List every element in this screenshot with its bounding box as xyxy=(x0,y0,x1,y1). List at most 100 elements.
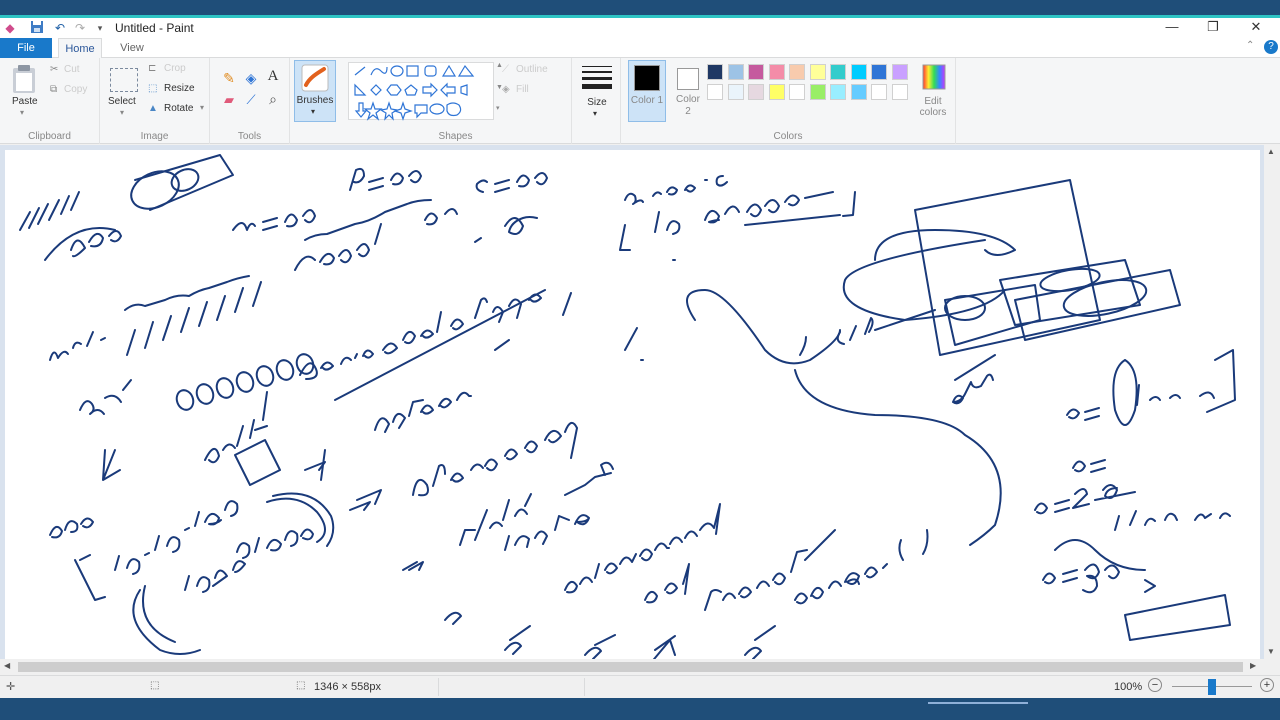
fill-icon[interactable]: ◈ xyxy=(242,70,260,87)
drawing-canvas[interactable] xyxy=(5,150,1260,660)
palette-swatch[interactable] xyxy=(707,64,723,80)
palette-swatch[interactable] xyxy=(748,64,764,80)
palette-swatch[interactable] xyxy=(768,64,785,80)
resize-icon[interactable]: ⬚ xyxy=(148,83,157,94)
window-title: Untitled - Paint xyxy=(115,21,194,35)
edit-colors-label: Edit colors xyxy=(919,96,947,118)
tab-home[interactable]: Home xyxy=(58,38,102,59)
palette-swatch[interactable] xyxy=(768,84,785,100)
ribbon-tabs: File Home View ⌃ ? xyxy=(0,38,1280,59)
rotate-dropdown-icon[interactable]: ▾ xyxy=(200,103,204,112)
palette-swatch[interactable] xyxy=(707,84,723,100)
color2-swatch xyxy=(677,68,699,90)
eraser-icon[interactable]: ▰ xyxy=(220,92,238,108)
palette-swatch[interactable] xyxy=(871,84,887,100)
help-icon[interactable]: ? xyxy=(1264,40,1278,54)
outline-label[interactable]: Outline xyxy=(516,64,548,75)
colors-group-label: Colors xyxy=(773,131,803,142)
scroll-right-icon[interactable]: ▶ xyxy=(1250,661,1256,670)
palette-swatch[interactable] xyxy=(830,64,846,80)
paste-dropdown-icon[interactable]: ▾ xyxy=(20,108,24,117)
select-icon[interactable] xyxy=(110,68,138,92)
palette-swatch[interactable] xyxy=(809,84,826,100)
maximize-button[interactable]: ❐ xyxy=(1193,18,1233,38)
collapse-ribbon-icon[interactable]: ⌃ xyxy=(1246,40,1254,51)
canvas-area xyxy=(0,145,1268,660)
paste-label[interactable]: Paste xyxy=(12,96,38,107)
palette-swatch[interactable] xyxy=(809,64,826,80)
palette-swatch[interactable] xyxy=(789,64,805,80)
ribbon: Paste ▾ ✂ Cut ⧉ Copy Clipboard Select ▾ … xyxy=(0,58,1280,144)
redo-icon[interactable]: ↷ xyxy=(72,20,88,36)
palette-swatch[interactable] xyxy=(830,84,846,100)
color1-swatch xyxy=(634,65,660,91)
image-group: Select ▾ ⊏ Crop ⬚ Resize ▲ Rotate ▾ Imag… xyxy=(100,58,210,144)
title-bar: ◆ ↶ ↷ ▾ Untitled - Paint — ❐ ✕ xyxy=(0,18,1280,38)
close-button[interactable]: ✕ xyxy=(1236,18,1276,38)
scroll-down-icon[interactable]: ▼ xyxy=(1267,647,1275,656)
palette-swatch[interactable] xyxy=(871,64,887,80)
palette-swatch[interactable] xyxy=(789,84,805,100)
color2-button[interactable]: Color 2 xyxy=(672,60,706,122)
select-dropdown-icon[interactable]: ▾ xyxy=(120,108,124,117)
crop-label[interactable]: Crop xyxy=(164,63,186,74)
magnifier-icon[interactable]: ⌕ xyxy=(264,91,282,108)
edit-colors-button[interactable]: Edit colors xyxy=(915,62,951,122)
cut-label[interactable]: Cut xyxy=(64,64,80,75)
text-icon[interactable]: A xyxy=(264,68,282,85)
cut-icon[interactable]: ✂ xyxy=(50,64,58,75)
zoom-slider-thumb[interactable] xyxy=(1208,679,1216,695)
tools-group: ✎ ◈ A ▰ ⟋ ⌕ Tools xyxy=(210,58,290,144)
palette-swatch[interactable] xyxy=(850,64,867,80)
rotate-label[interactable]: Rotate xyxy=(164,103,193,114)
shapes-more-icon[interactable]: ▾ xyxy=(496,104,500,112)
fill-bucket-icon[interactable]: ◈ xyxy=(502,84,510,95)
zoom-in-button[interactable]: + xyxy=(1260,678,1274,692)
palette-swatch[interactable] xyxy=(727,64,744,80)
horizontal-scrollbar[interactable]: ◀ ▶ xyxy=(0,659,1264,675)
resize-label[interactable]: Resize xyxy=(164,83,195,94)
scroll-up-icon[interactable]: ▲ xyxy=(1267,147,1275,156)
taskbar-indicator xyxy=(928,702,1028,704)
color1-button[interactable]: Color 1 xyxy=(628,60,666,122)
canvas-size-icon: ⬚ xyxy=(296,680,306,691)
copy-label[interactable]: Copy xyxy=(64,84,87,95)
zoom-out-button[interactable]: − xyxy=(1148,678,1162,692)
tab-file[interactable]: File xyxy=(0,38,52,58)
copy-icon[interactable]: ⧉ xyxy=(50,84,57,95)
colors-group: Color 1 Color 2 Edit colors Colors xyxy=(620,58,956,144)
paint-window: ◆ ↶ ↷ ▾ Untitled - Paint — ❐ ✕ File Home… xyxy=(0,18,1280,698)
palette-swatch[interactable] xyxy=(748,84,764,100)
palette-swatch[interactable] xyxy=(850,84,867,100)
size-dropdown-icon: ▾ xyxy=(593,109,598,118)
shapes-gallery[interactable] xyxy=(348,62,494,121)
minimize-button[interactable]: — xyxy=(1152,18,1192,38)
pencil-icon[interactable]: ✎ xyxy=(220,70,238,87)
crop-icon[interactable]: ⊏ xyxy=(148,63,156,74)
outline-icon[interactable]: ⟋ xyxy=(502,64,509,75)
tab-view[interactable]: View xyxy=(112,38,152,58)
select-label[interactable]: Select xyxy=(108,96,136,107)
status-bar: ✛ ⬚ ⬚ 1346 × 558px 100% − + xyxy=(0,675,1280,698)
color1-label: Color 1 xyxy=(630,95,664,106)
undo-icon[interactable]: ↶ xyxy=(52,20,68,36)
selection-size-icon: ⬚ xyxy=(150,680,160,691)
palette-swatch[interactable] xyxy=(891,84,908,100)
save-icon[interactable] xyxy=(30,20,46,36)
size-button[interactable]: Size ▾ xyxy=(578,60,616,124)
vertical-scrollbar[interactable]: ▲ ▼ xyxy=(1264,145,1280,659)
fill-label[interactable]: Fill xyxy=(516,84,529,95)
palette-swatch[interactable] xyxy=(891,64,908,80)
palette-swatch[interactable] xyxy=(727,84,744,100)
color2-label: Color 2 xyxy=(676,94,700,117)
customize-quick-access-icon[interactable]: ▾ xyxy=(92,20,108,36)
horizontal-scroll-thumb[interactable] xyxy=(18,662,1243,672)
brushes-label: Brushes xyxy=(296,95,334,106)
brushes-button[interactable]: Brushes ▾ xyxy=(294,60,336,122)
handwritten-sketch xyxy=(19,154,1236,660)
paint-app-icon: ◆ xyxy=(5,21,15,35)
paste-icon[interactable] xyxy=(10,64,40,94)
color-picker-icon[interactable]: ⟋ xyxy=(242,92,260,108)
scroll-left-icon[interactable]: ◀ xyxy=(4,661,10,670)
rotate-icon[interactable]: ▲ xyxy=(148,103,158,114)
